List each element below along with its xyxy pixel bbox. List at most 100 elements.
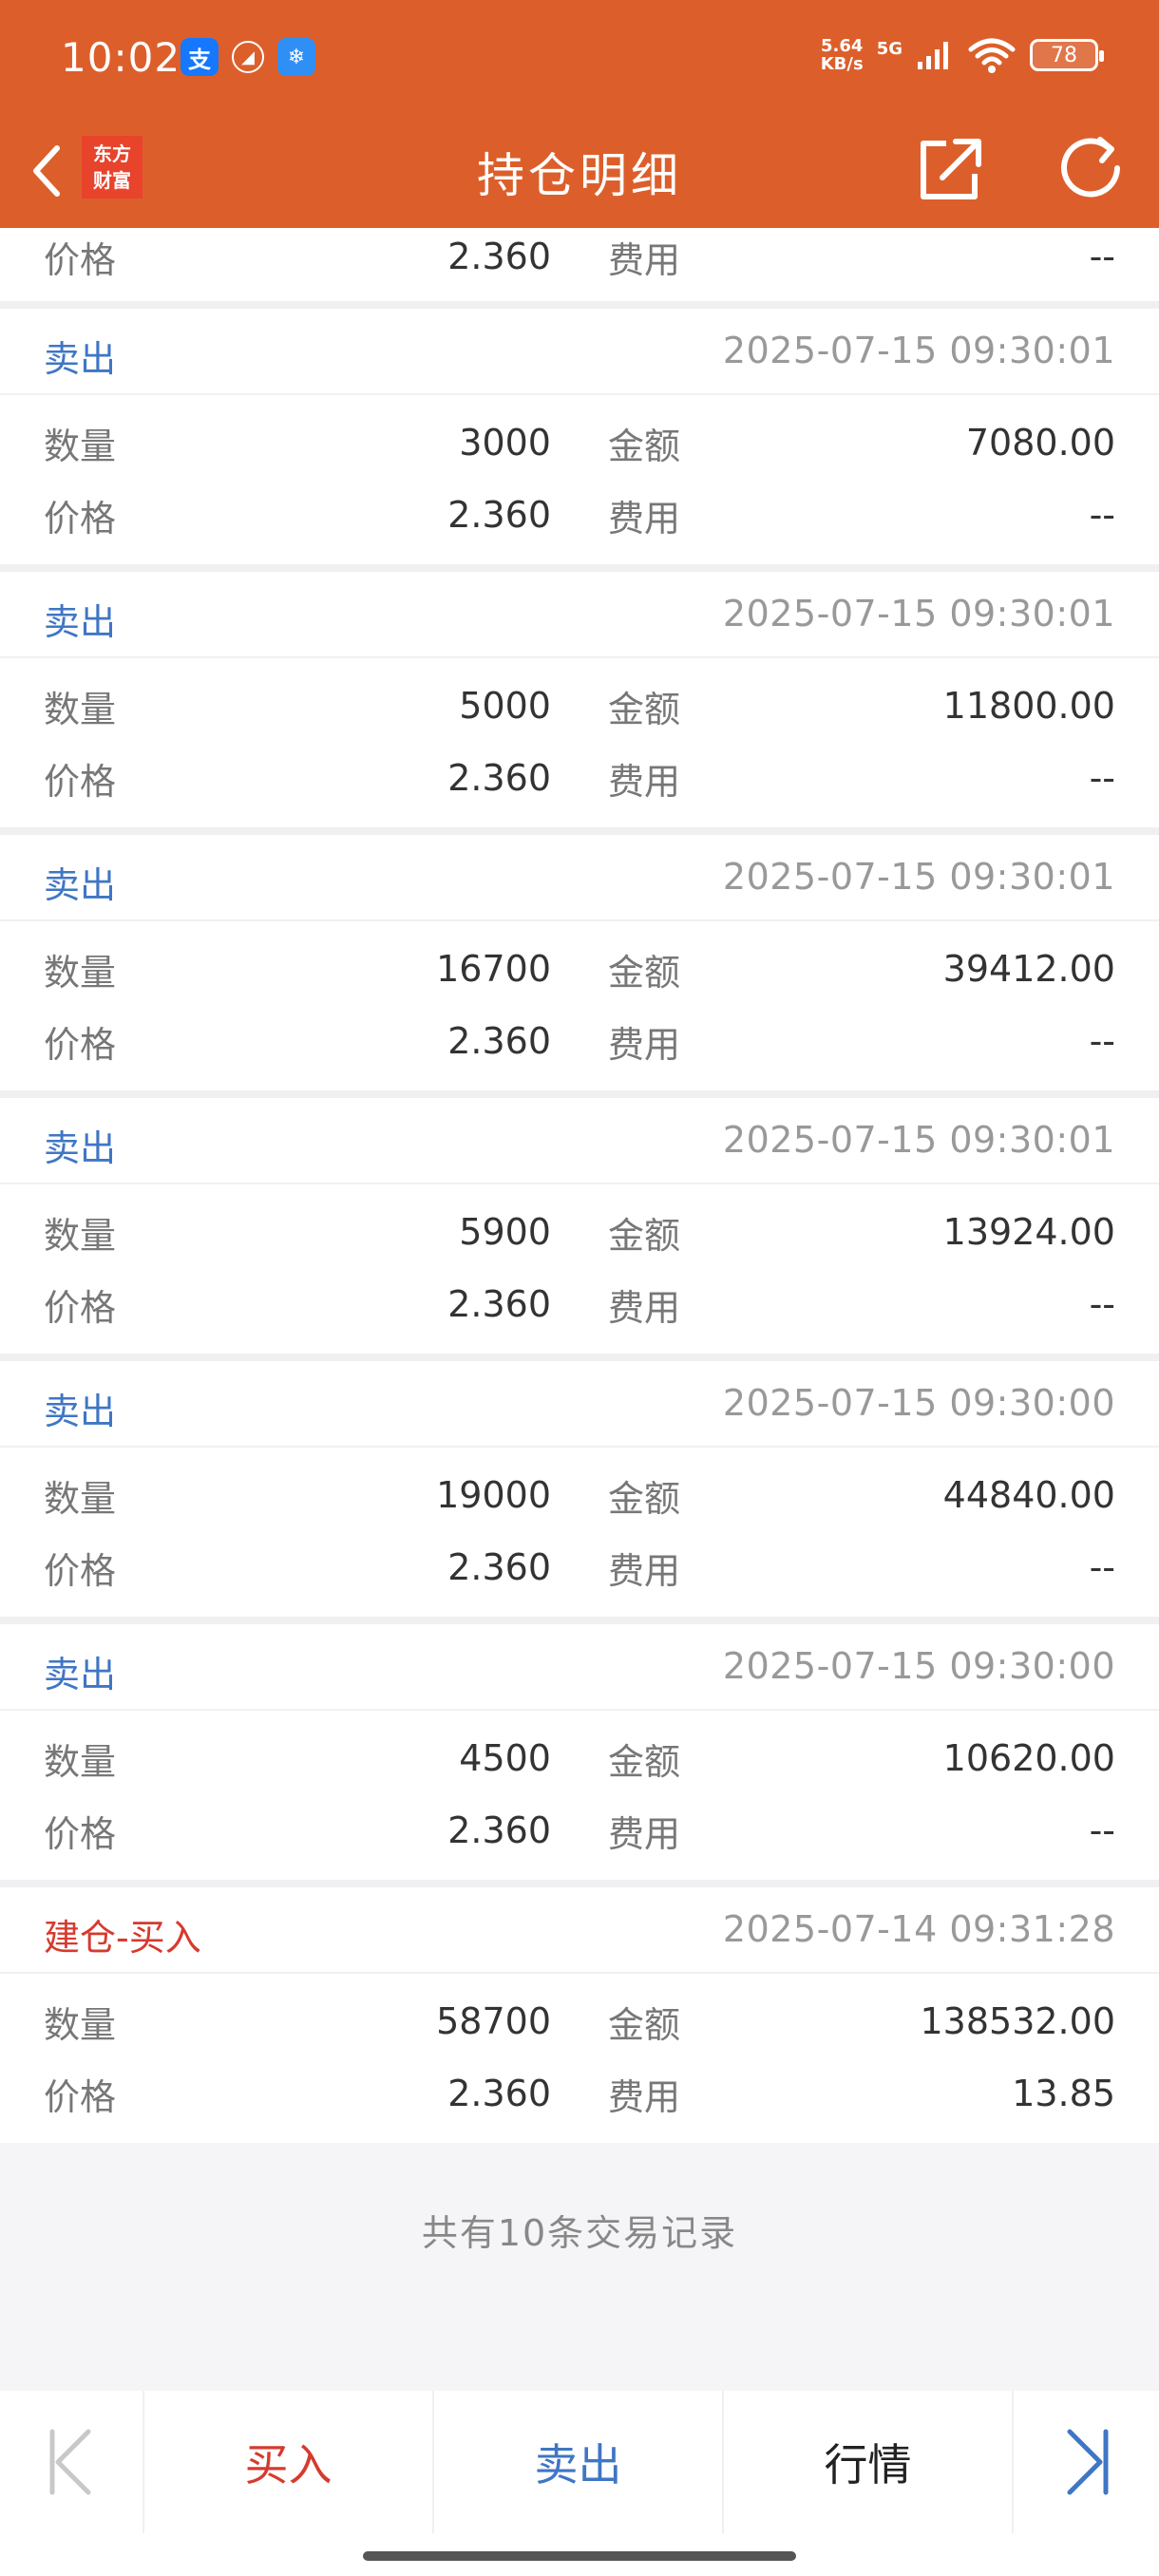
quantity-label: 数量 — [44, 1214, 117, 1257]
app-notification-icon-2: ❄ — [277, 38, 315, 76]
transaction-time: 2025-07-15 09:30:01 — [722, 856, 1115, 898]
quantity-row: 数量 3000 金额 7080.00 — [0, 407, 1159, 479]
fee-value: -- — [1089, 1283, 1115, 1325]
price-row: 价格 2.360 费用 -- — [0, 742, 1159, 814]
notification-icons: 支 ◢ ❄ — [180, 38, 315, 76]
last-page-icon — [1067, 2429, 1108, 2495]
fee-value: 13.85 — [1012, 2073, 1115, 2114]
fee-label: 费用 — [608, 1812, 681, 1855]
fee-label: 费用 — [608, 238, 681, 281]
price-value: 2.360 — [447, 1809, 551, 1851]
quantity-value: 16700 — [436, 948, 551, 990]
amount-value: 13924.00 — [942, 1211, 1115, 1253]
fee-value: -- — [1089, 1809, 1115, 1851]
nav-bar: 东方 财富 持仓明细 — [0, 119, 1159, 228]
next-button[interactable] — [1014, 2391, 1159, 2533]
partial-record: 价格 2.360 费用 -- — [0, 228, 1159, 301]
transaction-type: 卖出 — [44, 864, 117, 906]
amount-value: 10620.00 — [942, 1737, 1115, 1779]
sell-button[interactable]: 卖出 — [434, 2391, 724, 2533]
amount-label: 金额 — [608, 688, 681, 730]
price-value: 2.360 — [447, 757, 551, 799]
transaction-list[interactable]: 价格 2.360 费用 -- 卖出 2025-07-15 09:30:01 数量… — [0, 228, 1159, 2316]
status-bar: 10:02 支 ◢ ❄ 5.64 KB/s 5G 78 — [0, 0, 1159, 119]
price-label: 价格 — [44, 1023, 117, 1066]
transaction-time: 2025-07-15 09:30:01 — [722, 593, 1115, 635]
quantity-label: 数量 — [44, 425, 117, 467]
transaction-card[interactable]: 卖出 2025-07-15 09:30:01 数量 5000 金额 11800.… — [0, 572, 1159, 827]
amount-value: 44840.00 — [942, 1474, 1115, 1516]
price-row: 价格 2.360 费用 -- — [0, 1005, 1159, 1077]
price-label: 价格 — [44, 2075, 117, 2118]
battery-icon: 78 — [1030, 39, 1104, 71]
price-value: 2.360 — [447, 1546, 551, 1588]
price-label: 价格 — [44, 1286, 117, 1329]
price-row: 价格 2.360 费用 -- — [0, 1794, 1159, 1866]
transaction-type: 卖出 — [44, 1127, 117, 1169]
quantity-label: 数量 — [44, 951, 117, 994]
transaction-type: 卖出 — [44, 601, 117, 643]
bottom-toolbar: 买入 卖出 行情 — [0, 2391, 1159, 2576]
card-header: 卖出 2025-07-15 09:30:00 — [0, 1361, 1159, 1448]
quantity-value: 19000 — [436, 1474, 551, 1516]
first-page-icon — [49, 2429, 91, 2495]
refresh-icon — [1061, 137, 1120, 198]
transaction-card[interactable]: 卖出 2025-07-15 09:30:01 数量 5900 金额 13924.… — [0, 1098, 1159, 1354]
price-label: 价格 — [44, 497, 117, 540]
amount-value: 11800.00 — [942, 685, 1115, 727]
buy-button[interactable]: 买入 — [144, 2391, 434, 2533]
transaction-card[interactable]: 卖出 2025-07-15 09:30:00 数量 4500 金额 10620.… — [0, 1624, 1159, 1880]
price-row: 价格 2.360 费用 -- — [0, 479, 1159, 551]
fee-value: -- — [1089, 236, 1115, 277]
quantity-label: 数量 — [44, 688, 117, 730]
card-header: 卖出 2025-07-15 09:30:01 — [0, 835, 1159, 921]
home-indicator[interactable] — [363, 2551, 796, 2561]
transaction-time: 2025-07-14 09:31:28 — [722, 1908, 1115, 1950]
price-label: 价格 — [44, 1812, 117, 1855]
card-header: 卖出 2025-07-15 09:30:01 — [0, 572, 1159, 658]
price-value: 2.360 — [447, 1283, 551, 1325]
price-row: 价格 2.360 费用 -- — [0, 228, 1159, 293]
transaction-time: 2025-07-15 09:30:01 — [722, 1119, 1115, 1161]
amount-value: 138532.00 — [920, 2000, 1116, 2042]
market-button[interactable]: 行情 — [724, 2391, 1014, 2533]
signal-icon — [918, 42, 948, 69]
network-speed: 5.64 KB/s — [820, 36, 864, 74]
price-value: 2.360 — [447, 1020, 551, 1062]
price-value: 2.360 — [447, 2073, 551, 2114]
transaction-card[interactable]: 建仓-买入 2025-07-14 09:31:28 数量 58700 金额 13… — [0, 1887, 1159, 2143]
price-value: 2.360 — [447, 236, 551, 277]
share-button[interactable] — [912, 130, 988, 206]
amount-value: 39412.00 — [942, 948, 1115, 990]
transaction-card[interactable]: 卖出 2025-07-15 09:30:01 数量 3000 金额 7080.0… — [0, 309, 1159, 564]
price-label: 价格 — [44, 760, 117, 803]
transaction-card[interactable]: 卖出 2025-07-15 09:30:01 数量 16700 金额 39412… — [0, 835, 1159, 1090]
app-notification-icon: ◢ — [232, 41, 264, 73]
card-header: 卖出 2025-07-15 09:30:01 — [0, 309, 1159, 395]
price-row: 价格 2.360 费用 -- — [0, 1268, 1159, 1340]
alipay-icon: 支 — [180, 38, 218, 76]
quantity-row: 数量 5900 金额 13924.00 — [0, 1196, 1159, 1268]
amount-label: 金额 — [608, 425, 681, 467]
fee-value: -- — [1089, 757, 1115, 799]
refresh-button[interactable] — [1054, 130, 1130, 206]
fee-value: -- — [1089, 494, 1115, 536]
quantity-label: 数量 — [44, 1477, 117, 1520]
quantity-value: 58700 — [436, 2000, 551, 2042]
transaction-time: 2025-07-15 09:30:00 — [722, 1645, 1115, 1687]
quantity-value: 3000 — [459, 422, 551, 464]
wifi-icon — [968, 38, 1016, 73]
previous-button[interactable] — [0, 2391, 144, 2533]
card-header: 卖出 2025-07-15 09:30:00 — [0, 1624, 1159, 1711]
card-header: 建仓-买入 2025-07-14 09:31:28 — [0, 1887, 1159, 1974]
amount-value: 7080.00 — [965, 422, 1115, 464]
quantity-row: 数量 5000 金额 11800.00 — [0, 670, 1159, 742]
quantity-value: 5900 — [459, 1211, 551, 1253]
transaction-time: 2025-07-15 09:30:01 — [722, 330, 1115, 371]
transaction-card[interactable]: 卖出 2025-07-15 09:30:00 数量 19000 金额 44840… — [0, 1361, 1159, 1617]
price-label: 价格 — [44, 1549, 117, 1592]
price-row: 价格 2.360 费用 -- — [0, 1531, 1159, 1603]
price-label: 价格 — [44, 238, 117, 281]
fee-label: 费用 — [608, 2075, 681, 2118]
fee-value: -- — [1089, 1020, 1115, 1062]
